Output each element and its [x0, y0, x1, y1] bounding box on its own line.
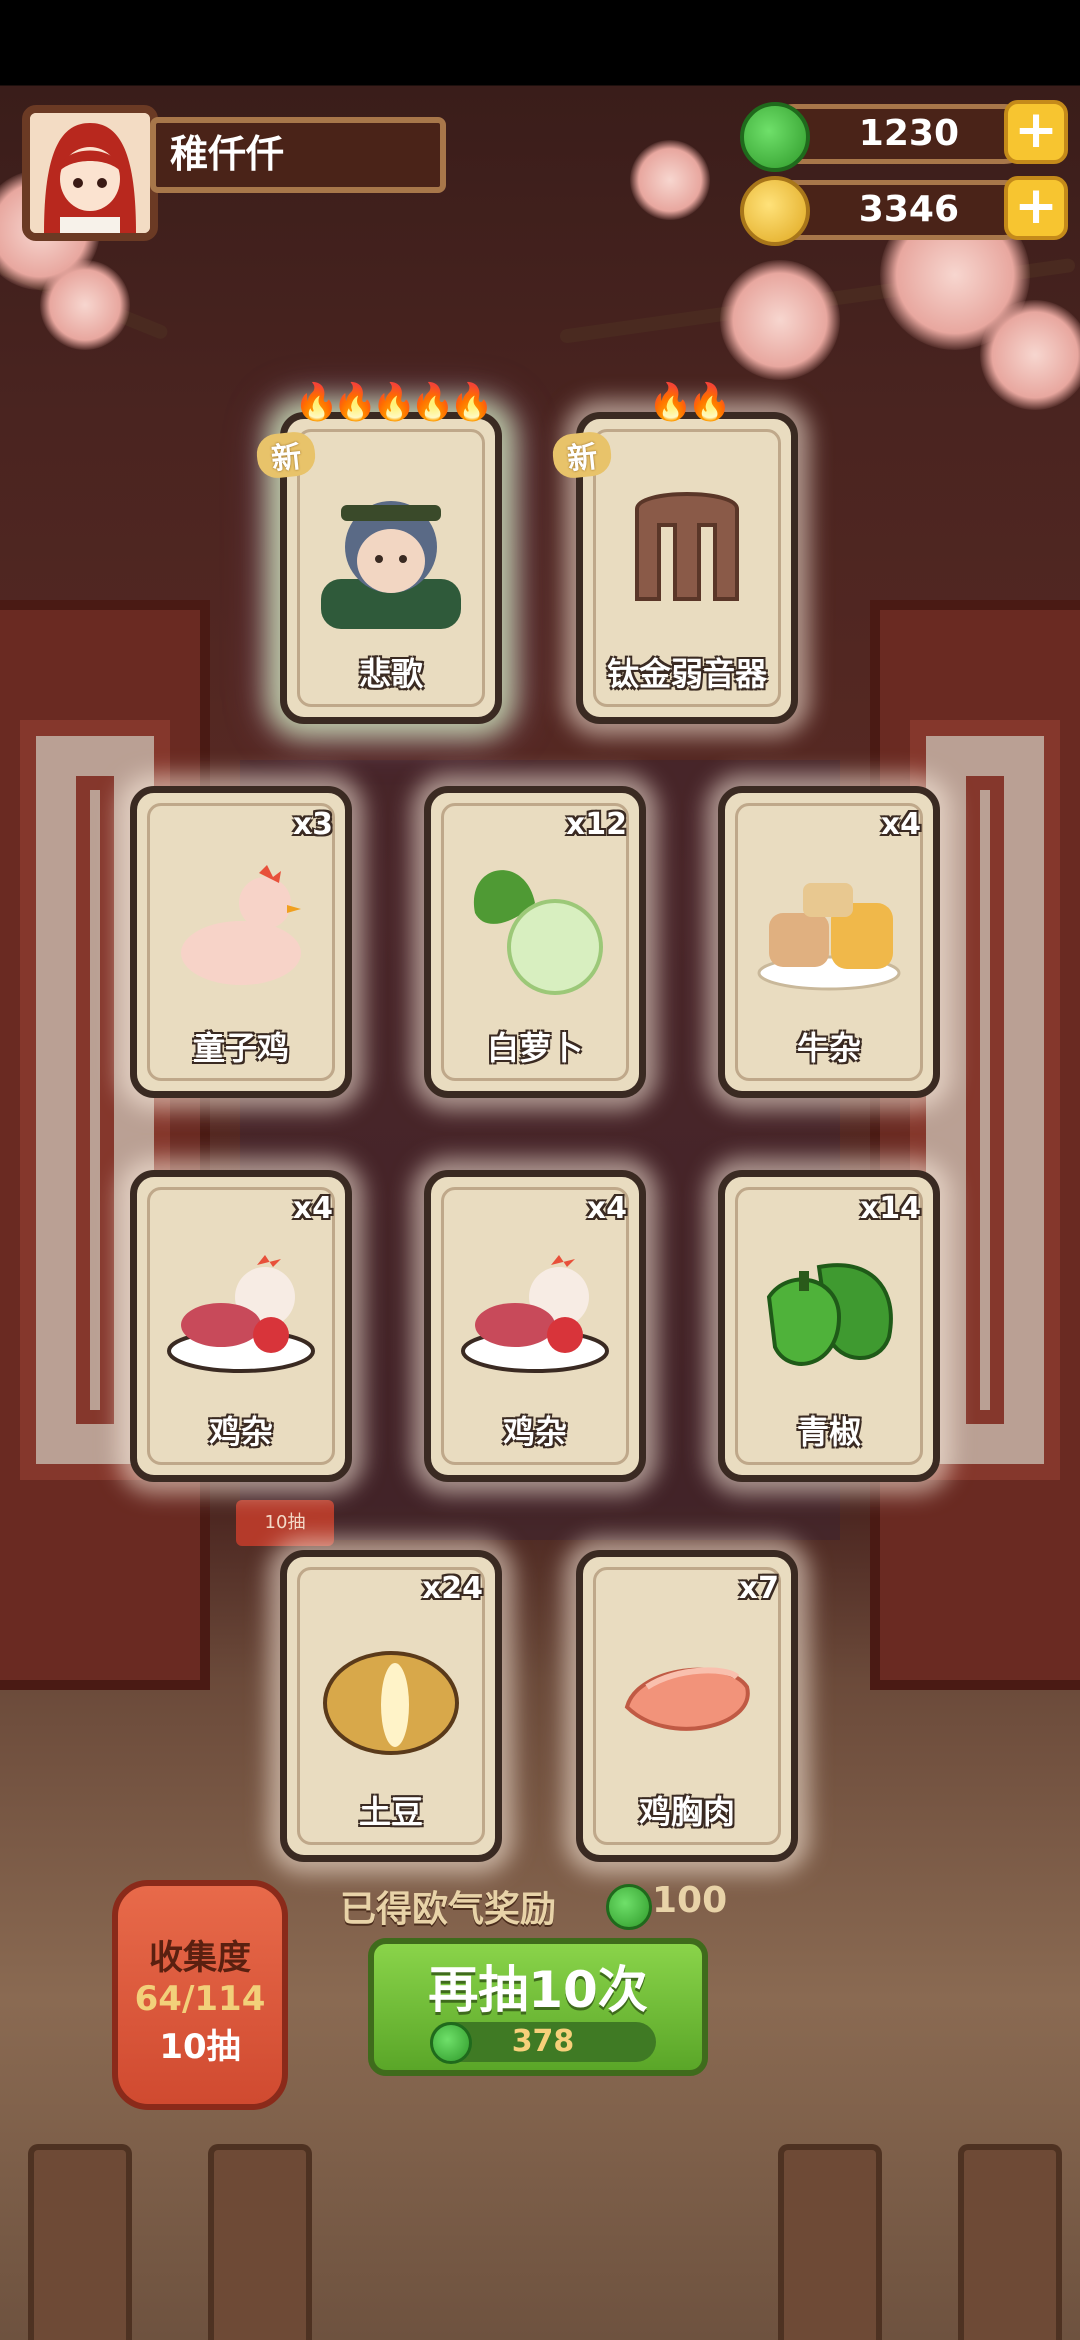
blossom: [40, 260, 130, 350]
card-label: 鸡胸肉: [638, 1793, 735, 1831]
gold-value: 3346: [858, 189, 959, 230]
right-window: [870, 600, 1080, 1690]
blossom: [630, 140, 710, 220]
card-label: 白萝卜: [486, 1029, 583, 1067]
card-quantity: x24: [421, 1571, 483, 1606]
blossom: [720, 260, 840, 380]
green-pepper-icon: [766, 1263, 893, 1366]
collection-progress: 64/114: [134, 1979, 266, 2019]
card-quantity: x12: [565, 807, 627, 842]
potato-icon: [323, 1651, 459, 1755]
chicken-breast-icon: [624, 1667, 750, 1731]
card-green-pepper[interactable]: x14 青椒: [718, 1170, 940, 1482]
card-beef-tripe[interactable]: x4 牛杂: [718, 786, 940, 1098]
card-spring-chicken[interactable]: x3 童子鸡: [130, 786, 352, 1098]
jade-value: 1230: [858, 113, 959, 154]
draw-cost-value: 378: [511, 2024, 575, 2059]
left-window: [0, 600, 210, 1690]
card-quantity: x4: [292, 1191, 333, 1226]
collection-draws: 10抽: [159, 2027, 241, 2067]
bonus-value: 100: [652, 1880, 728, 1921]
card-white-radish[interactable]: x12 白萝卜: [424, 786, 646, 1098]
blossom: [980, 300, 1080, 410]
trumpet-mute-icon: [635, 492, 739, 601]
draw-button-label: 再抽10次: [428, 1961, 648, 2019]
bei-ge-character-icon: [321, 501, 461, 629]
gold-coin-icon: [740, 176, 810, 246]
card-quantity: x14: [859, 1191, 921, 1226]
avatar-portrait-icon: [30, 113, 150, 233]
card-quantity: x3: [292, 807, 333, 842]
card-quantity: x7: [738, 1571, 779, 1606]
radish-icon: [473, 870, 603, 995]
fence-post: [778, 2144, 882, 2340]
card-chicken-breast[interactable]: x7 鸡胸肉: [576, 1550, 798, 1862]
card-quantity: x4: [880, 807, 921, 842]
fence-post: [208, 2144, 312, 2340]
background-draw-tag: 10抽: [236, 1500, 334, 1546]
card-label: 牛杂: [796, 1029, 861, 1067]
chicken-icon: [181, 865, 301, 985]
card-chicken-giblets-1[interactable]: x4 鸡杂: [130, 1170, 352, 1482]
add-gold-button[interactable]: +: [1004, 176, 1068, 240]
fence-post: [958, 2144, 1062, 2340]
card-bei-ge[interactable]: 🔥🔥🔥🔥🔥 新 悲歌: [254, 382, 502, 724]
fence-post: [28, 2144, 132, 2340]
draw-again-button[interactable]: 再抽10次 378: [368, 1938, 708, 2076]
card-label: 鸡杂: [502, 1413, 567, 1451]
card-quantity: x4: [586, 1191, 627, 1226]
beef-tripe-icon: [757, 883, 901, 991]
card-label: 童子鸡: [192, 1029, 289, 1067]
card-titanium-mute[interactable]: 🔥🔥 新 钛金弱音器: [550, 382, 798, 724]
player-name: 稚仟仟: [150, 117, 446, 193]
card-label: 青椒: [796, 1413, 861, 1451]
chicken-giblets-icon: [461, 1255, 609, 1373]
card-label: 土豆: [358, 1793, 423, 1831]
jade-coin-icon: [606, 1884, 652, 1930]
jade-coin-icon: [740, 102, 810, 172]
bonus-label: 已得欧气奖励: [340, 1889, 557, 1930]
card-label: 鸡杂: [208, 1413, 273, 1451]
collection-title: 收集度: [149, 1938, 251, 1978]
player-avatar[interactable]: [22, 105, 158, 241]
rarity-flames-icon: 🔥🔥: [648, 382, 732, 423]
new-badge: 新: [254, 430, 318, 480]
new-badge: 新: [550, 430, 614, 480]
add-jade-button[interactable]: +: [1004, 100, 1068, 164]
rarity-flames-icon: 🔥🔥🔥🔥🔥: [293, 382, 494, 423]
collection-lantern[interactable]: 收集度 64/114 10抽: [112, 1880, 288, 2110]
jade-coin-icon: [430, 2022, 472, 2064]
card-chicken-giblets-2[interactable]: x4 鸡杂: [424, 1170, 646, 1482]
chicken-giblets-icon: [167, 1255, 315, 1373]
card-label: 悲歌: [358, 655, 423, 693]
card-label: 钛金弱音器: [606, 655, 767, 693]
card-potato[interactable]: x24 土豆: [280, 1550, 502, 1862]
